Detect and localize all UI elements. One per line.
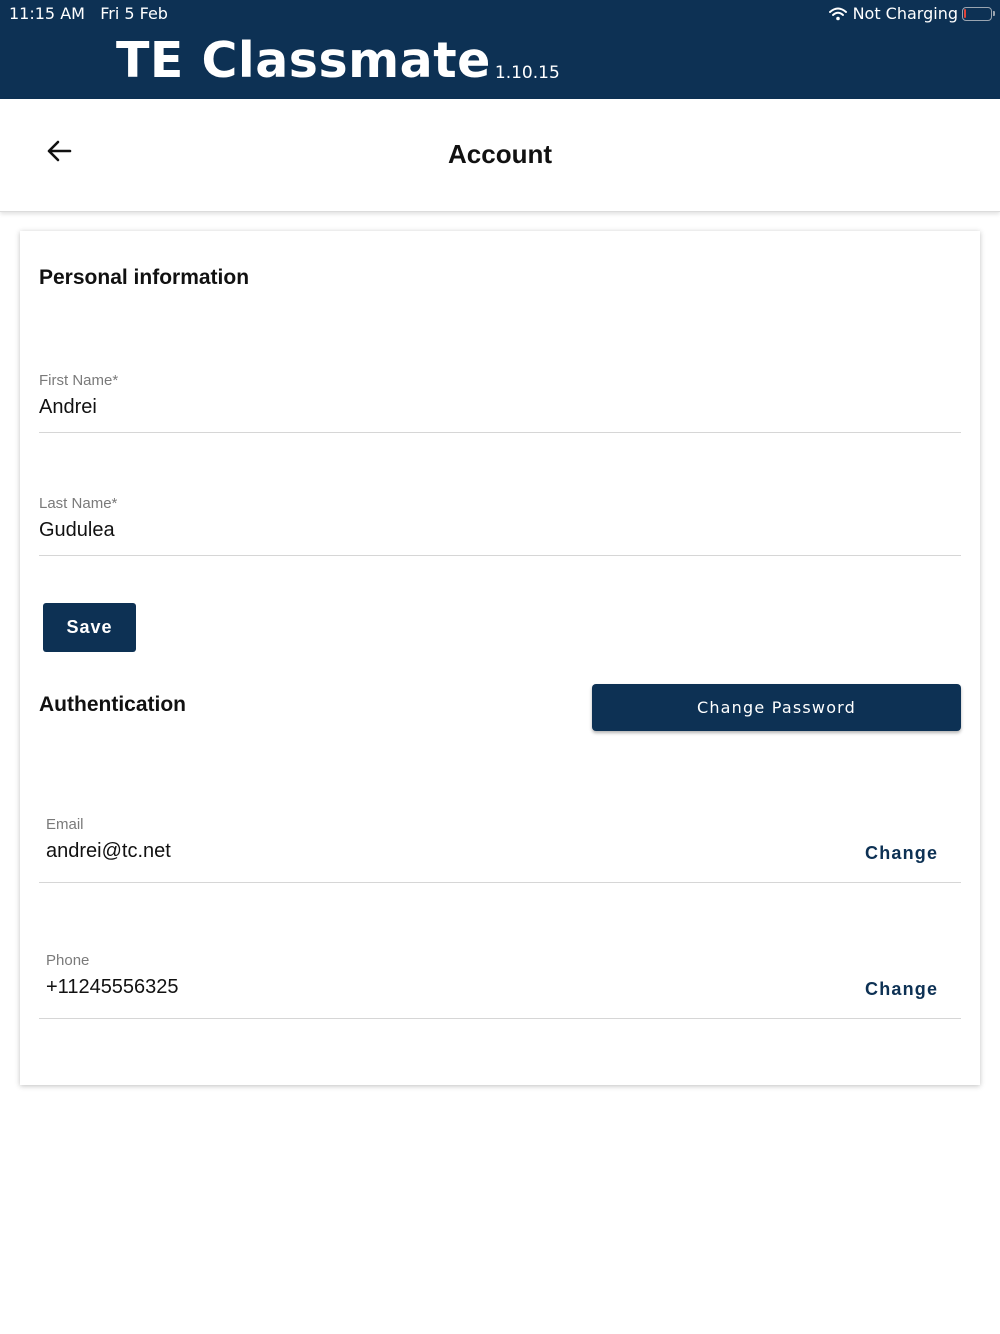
email-label: Email <box>46 816 84 833</box>
change-email-link[interactable]: Change <box>865 843 938 864</box>
app-logo: TE Classmate 1.10.15 <box>116 36 560 85</box>
save-button[interactable]: Save <box>43 603 136 652</box>
status-time: 11:15 AM Fri 5 Feb <box>9 4 168 23</box>
battery-icon <box>962 6 995 21</box>
phone-label: Phone <box>46 952 90 969</box>
wifi-icon <box>828 7 847 20</box>
app-name: TE Classmate <box>116 32 491 89</box>
charging-status: Not Charging <box>852 4 958 23</box>
status-indicators: Not Charging <box>828 4 995 23</box>
page-header: Account <box>0 99 1000 212</box>
authentication-heading: Authentication <box>39 693 186 716</box>
app-version: 1.10.15 <box>494 63 560 83</box>
first-name-divider <box>39 432 961 433</box>
last-name-label: Last Name* <box>39 495 118 512</box>
account-card: Personal information First Name* Andrei … <box>20 231 980 1085</box>
personal-info-heading: Personal information <box>39 266 250 289</box>
phone-divider <box>39 1018 961 1019</box>
phone-value: +11245556325 <box>46 976 179 998</box>
status-date: Fri 5 Feb <box>100 4 168 23</box>
change-phone-link[interactable]: Change <box>865 979 938 1000</box>
page-title: Account <box>448 139 552 169</box>
last-name-divider <box>39 555 961 556</box>
app-top-bar: 11:15 AM Fri 5 Feb Not Charging TE Class… <box>0 0 1000 99</box>
first-name-input[interactable]: Andrei <box>39 396 97 419</box>
first-name-label: First Name* <box>39 372 119 389</box>
email-divider <box>39 882 961 883</box>
last-name-input[interactable]: Gudulea <box>39 519 115 542</box>
status-time-text: 11:15 AM <box>9 4 85 23</box>
email-value: andrei@tc.net <box>46 840 171 862</box>
change-password-button[interactable]: Change Password <box>592 684 961 731</box>
